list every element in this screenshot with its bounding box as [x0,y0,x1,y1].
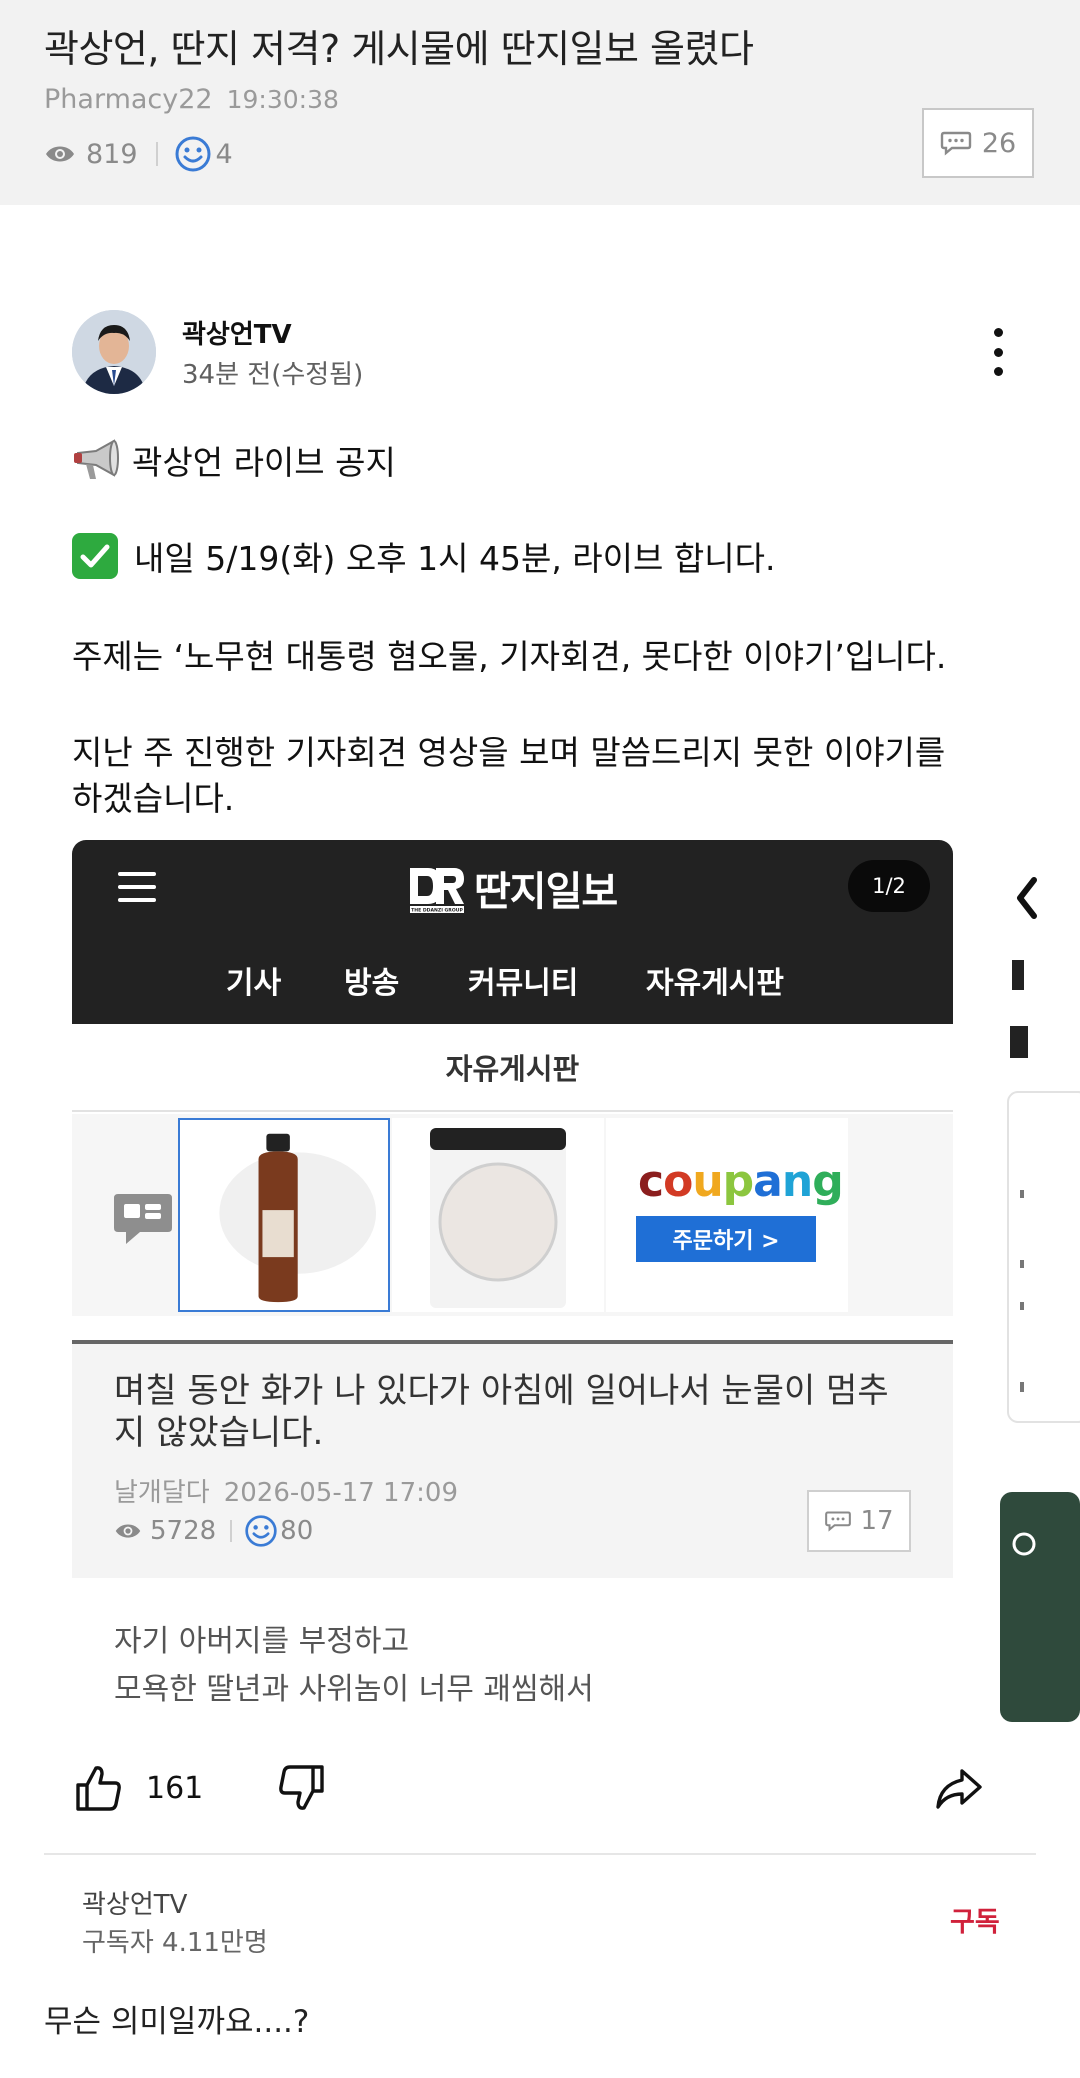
channel-avatar[interactable] [72,310,156,394]
comment-icon [825,1511,852,1532]
section-divider [44,1853,1036,1855]
subscribe-channel-name: 곽상언TV [82,1890,188,1920]
post-header: 곽상언, 딴지 저격? 게시물에 딴지일보 올렸다 Pharmacy22 19:3… [0,0,1080,205]
page-indicator: 1/2 [848,860,930,912]
channel-name[interactable]: 곽상언TV [182,314,292,351]
nav-article: 기사 [226,966,282,1001]
article-card: 며칠 동안 화가 나 있다가 아침에 일어나서 눈물이 멈추지 않았습니다. 날… [72,1340,953,1578]
share-button[interactable] [934,1762,984,1814]
share-icon [936,1769,982,1809]
attached-screenshot[interactable]: THE DDANZI GROUP 딴지일보 1/2 기사 방송 커뮤니티 자유게… [72,840,953,1705]
post-stats: 819 4 [44,134,233,174]
notice-body-line-2: 하겠습니다. [72,779,235,818]
like-button[interactable]: 161 [74,1762,203,1814]
thumbs-up-icon [76,1766,121,1811]
stats-divider [155,142,158,166]
comment-count-button[interactable]: 26 [922,108,1034,178]
coupang-order-button: 주문하기 > [636,1216,816,1262]
article-author: 날개달다 [114,1478,210,1508]
post-meta: Pharmacy22 19:30:38 [44,84,339,115]
check-icon [72,533,118,579]
ddanzi-logo: THE DDANZI GROUP 딴지일보 [406,858,618,918]
ad-banner: coupang 주문하기 > [72,1114,953,1316]
megaphone-icon [74,439,119,479]
article-stats: 5728 80 [114,1512,313,1550]
chat-bubble-icon [114,1194,172,1244]
board-title: 자유게시판 [72,1024,953,1112]
post-author[interactable]: Pharmacy22 [44,84,213,115]
article-comment-number: 17 [860,1506,894,1536]
nav-free-board: 자유게시판 [646,966,784,1001]
eye-icon [46,146,74,162]
hamburger-icon [118,872,156,902]
stats-divider [230,1520,233,1542]
post-time: 19:30:38 [226,85,339,114]
article-meta: 날개달다 2026-05-17 17:09 [114,1472,458,1509]
post-title: 곽상언, 딴지 저격? 게시물에 딴지일보 올렸다 [44,27,754,71]
like-count: 161 [146,1770,204,1806]
ad-coupang: coupang 주문하기 > [606,1118,848,1312]
ad-product-appliance [392,1118,604,1312]
next-image-preview[interactable] [1000,860,1080,1760]
subscribe-button[interactable]: 구독 [950,1900,1000,1939]
nav-community: 커뮤니티 [468,966,579,1001]
logo-tagline: THE DDANZI GROUP [411,908,463,914]
smile-icon [245,1515,277,1547]
comment-count: 26 [981,127,1017,159]
eye-icon [115,1524,141,1538]
post-timestamp: 34분 전(수정됨) [182,360,364,390]
post-likes: 4 [215,138,233,170]
subscriber-count: 구독자 4.11만명 [82,1928,268,1958]
coupang-logo: coupang [638,1156,844,1207]
post-views: 819 [86,138,138,170]
site-name: 딴지일보 [474,869,618,915]
article-body: 자기 아버지를 부정하고 모욕한 딸년과 사위놈이 너무 괘씸해서 [114,1618,594,1705]
article-likes: 80 [280,1516,314,1546]
article-date: 2026-05-17 17:09 [223,1478,458,1508]
thumbs-down-icon [279,1765,324,1810]
chevron-left-icon [1017,877,1037,919]
smile-icon[interactable] [174,135,212,173]
article-comment-count: 17 [807,1490,911,1552]
author-comment: 무슨 의미일까요....? [44,2004,310,2040]
notice-schedule: 내일 5/19(화) 오후 1시 45분, 라이브 합니다. [134,539,776,578]
nav-broadcast: 방송 [344,966,400,1001]
dislike-button[interactable] [276,1762,326,1814]
ddanzi-header: THE DDANZI GROUP 딴지일보 1/2 기사 방송 커뮤니티 자유게… [72,840,953,1024]
ad-product-lotion [178,1118,390,1312]
article-body-line-2: 모욕한 딸년과 사위놈이 너무 괘씸해서 [114,1672,594,1705]
avatar-image [72,310,156,394]
kebab-menu-icon[interactable] [986,328,1010,376]
ddanzi-logo-mark: THE DDANZI GROUP [410,868,464,914]
notice-body-line-1: 지난 주 진행한 기자회견 영상을 보며 말씀드리지 못한 이야기를 [72,733,946,772]
notice-title: 곽상언 라이브 공지 [132,443,396,482]
notice-topic: 주제는 ‘노무현 대통령 혐오물, 기자회견, 못다한 이야기’입니다. [72,637,947,676]
comment-icon [940,131,972,156]
article-views: 5728 [150,1516,217,1546]
article-title: 며칠 동안 화가 나 있다가 아침에 일어나서 눈물이 멈추지 않았습니다. [114,1371,889,1453]
article-body-line-1: 자기 아버지를 부정하고 [114,1624,410,1659]
